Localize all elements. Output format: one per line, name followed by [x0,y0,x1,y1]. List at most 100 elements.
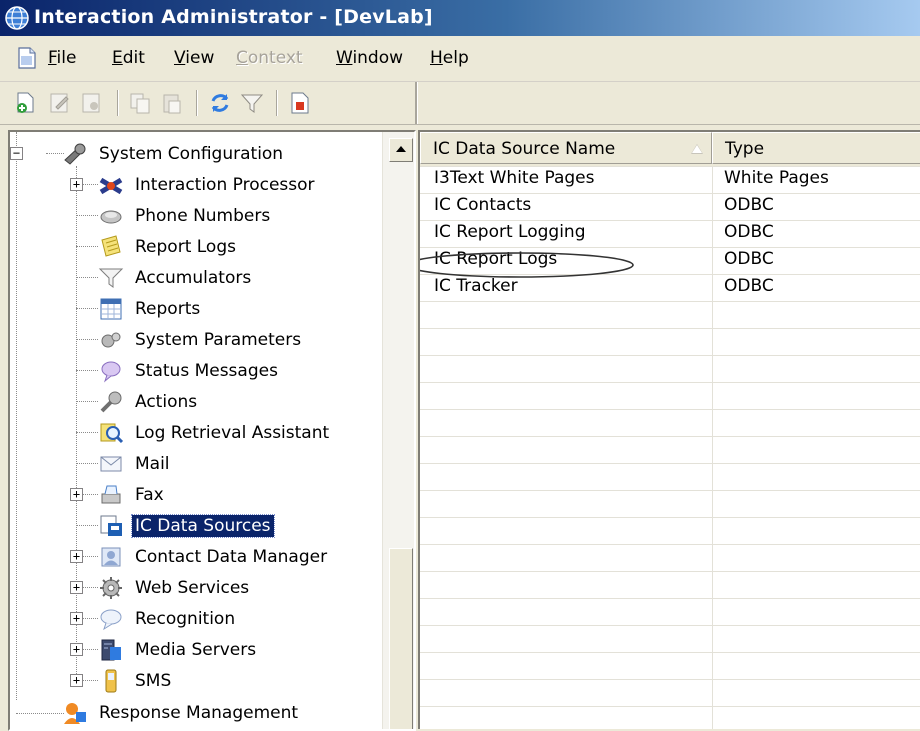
edit-icon[interactable] [48,91,72,115]
tree-item-report-logs[interactable]: Report Logs [98,231,239,262]
collapse-toggle[interactable]: − [10,147,23,160]
document-icon[interactable] [18,47,36,69]
navigation-tree[interactable]: − System Configuration + Interaction Proc… [8,130,416,731]
paste-icon[interactable] [160,91,184,115]
menu-edit[interactable]: Edit [112,48,145,68]
tree-item-reports[interactable]: Reports [98,293,203,324]
actions-icon [100,391,122,412]
tree-item-label: Media Servers [135,639,257,660]
tree-line [76,308,98,309]
expand-toggle[interactable]: + [70,581,83,594]
menu-window[interactable]: Window [336,48,403,68]
tree-item-phone-numbers[interactable]: Phone Numbers [98,200,273,231]
properties-icon[interactable] [80,91,104,115]
expand-toggle[interactable]: + [70,178,83,191]
tree-item-interaction-processor[interactable]: Interaction Processor [98,169,318,200]
cell-type: ODBC [724,195,774,215]
column-header-label: IC Data Source Name [433,139,616,159]
status-messages-icon [101,361,121,383]
sms-icon [105,669,117,692]
globe-icon [5,6,29,30]
toolbar-separator [196,90,198,116]
reports-icon [100,298,122,319]
cell-type: White Pages [724,168,829,188]
tree-item-mail[interactable]: Mail [98,448,173,479]
copy-icon[interactable] [128,91,152,115]
tree-item-fax[interactable]: Fax [98,479,167,510]
tree-item-sms[interactable]: SMS [98,665,174,696]
table-row[interactable]: IC Report Logs ODBC [420,247,920,274]
cell-source-name: IC Report Logs [434,249,558,269]
menu-help[interactable]: Help [430,48,469,68]
tree-scrollbar[interactable] [382,132,414,729]
tree-line [76,432,98,433]
window-title: Interaction Administrator - [DevLab] [34,6,433,28]
tree-item-log-retrieval-assistant[interactable]: Log Retrieval Assistant [98,417,332,448]
filter-icon[interactable] [240,91,264,115]
tree-item-label: SMS [135,670,172,691]
cell-type: ODBC [724,276,774,296]
tree-item-label: Status Messages [135,360,278,381]
tree-item-label: Actions [135,391,198,412]
menu-file[interactable]: File [48,48,76,68]
menu-view[interactable]: View [174,48,214,68]
tree-item-label: Contact Data Manager [135,546,328,567]
column-header-type[interactable]: Type [712,132,920,164]
table-row[interactable]: IC Tracker ODBC [420,274,920,301]
scroll-up-button[interactable] [389,138,413,162]
tree-item-media-servers[interactable]: Media Servers [98,634,259,665]
tree-item-ic-data-sources[interactable]: IC Data Sources [98,510,275,541]
tree-item-label: Web Services [135,577,250,598]
tree-line [76,246,98,247]
column-header-name[interactable]: IC Data Source Name [420,132,712,164]
toolbar-separator [117,90,119,116]
tree-root-response-management[interactable]: Response Management [62,697,301,728]
new-icon[interactable] [14,91,38,115]
cell-source-name: IC Contacts [434,195,532,215]
toolbar-divider [415,82,418,124]
tree-line [76,463,98,464]
menu-bar: File Edit View Context Window Help [0,36,920,82]
tree-line [76,401,98,402]
tree-item-label: Log Retrieval Assistant [135,422,330,443]
expand-toggle[interactable]: + [70,643,83,656]
tree-line [76,525,98,526]
toolbar [0,82,920,125]
phone-numbers-icon [100,210,122,223]
table-row[interactable]: I3Text White Pages White Pages [420,166,920,193]
tree-item-web-services[interactable]: Web Services [98,572,252,603]
scroll-thumb[interactable] [389,548,413,729]
tree-label: System Configuration [99,143,284,164]
tree-line [16,132,17,700]
title-bar[interactable]: Interaction Administrator - [DevLab] [0,0,920,36]
tree-line [76,339,98,340]
tree-item-recognition[interactable]: Recognition [98,603,238,634]
tree-item-system-parameters[interactable]: System Parameters [98,324,304,355]
data-sources-list[interactable]: IC Data Source Name Type I3Text White Pa… [418,130,920,729]
refresh-icon[interactable] [207,91,233,115]
report-icon[interactable] [288,91,312,115]
tree-item-actions[interactable]: Actions [98,386,200,417]
tree-line [76,277,98,278]
expand-toggle[interactable]: + [70,674,83,687]
interaction-processor-icon [99,177,123,194]
tree-root-system-configuration[interactable]: System Configuration [62,138,286,169]
media-servers-icon [101,639,121,660]
tree-item-contact-data-manager[interactable]: Contact Data Manager [98,541,330,572]
tree-label: Response Management [99,702,299,723]
expand-toggle[interactable]: + [70,612,83,625]
tree-item-label: System Parameters [135,329,302,350]
table-row[interactable]: IC Contacts ODBC [420,193,920,220]
expand-toggle[interactable]: + [70,488,83,501]
wrench-icon [64,143,86,165]
tree-item-accumulators[interactable]: Accumulators [98,262,254,293]
tree-item-label: Mail [135,453,170,474]
tree-item-label: IC Data Sources [131,513,275,538]
expand-toggle[interactable]: + [70,550,83,563]
report-logs-icon [101,234,121,257]
data-sources-icon [100,515,122,536]
tree-item-status-messages[interactable]: Status Messages [98,355,281,386]
tree-line [16,713,64,714]
fax-icon [101,485,121,503]
table-row[interactable]: IC Report Logging ODBC [420,220,920,247]
